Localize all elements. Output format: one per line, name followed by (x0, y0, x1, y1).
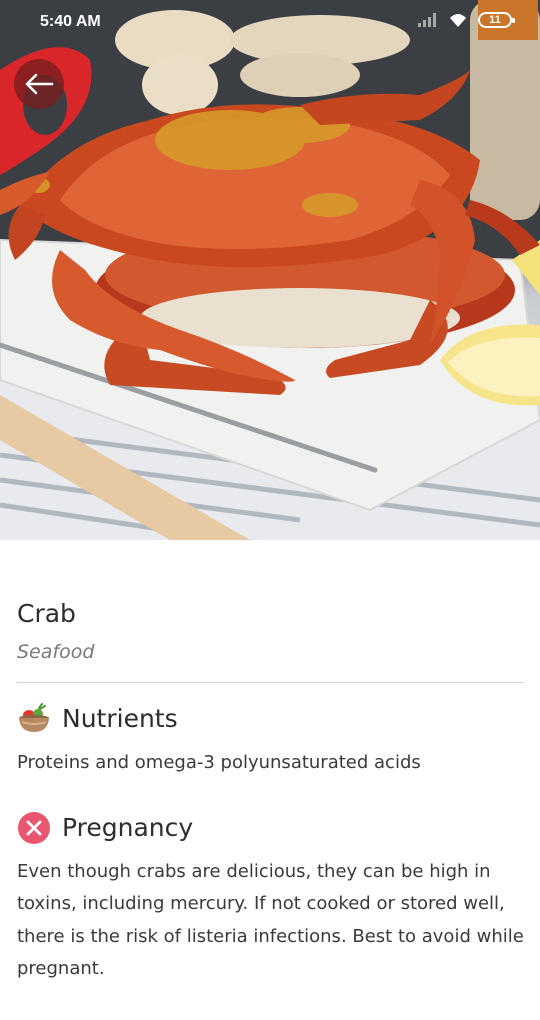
pregnancy-text: Even though crabs are delicious, they ca… (17, 860, 524, 980)
status-bar: 5:40 AM 11 (0, 0, 540, 46)
status-icons: 11 (418, 12, 515, 28)
arrow-left-icon (25, 73, 54, 95)
food-detail: Crab Seafood Nutrients Proteins and omeg… (17, 596, 524, 986)
x-circle-icon (18, 811, 50, 844)
battery-icon: 11 (478, 12, 515, 28)
hero-image (0, 0, 540, 540)
food-name: Crab (17, 599, 76, 628)
nutrients-header: Nutrients (17, 701, 524, 737)
nutrients-text: Proteins and omega-3 polyunsaturated aci… (17, 752, 421, 773)
pregnancy-header: Pregnancy (17, 810, 524, 846)
divider (17, 682, 524, 683)
pregnancy-title: Pregnancy (62, 812, 194, 842)
wifi-icon (450, 14, 466, 27)
signal-icon (418, 13, 438, 27)
food-category: Seafood (17, 641, 95, 663)
nutrients-title: Nutrients (62, 704, 178, 733)
vegetable-bowl-icon (19, 703, 49, 732)
back-button[interactable] (14, 59, 64, 109)
battery-level: 11 (489, 14, 501, 26)
crab-illustration (0, 0, 540, 540)
status-time: 5:40 AM (40, 13, 101, 30)
